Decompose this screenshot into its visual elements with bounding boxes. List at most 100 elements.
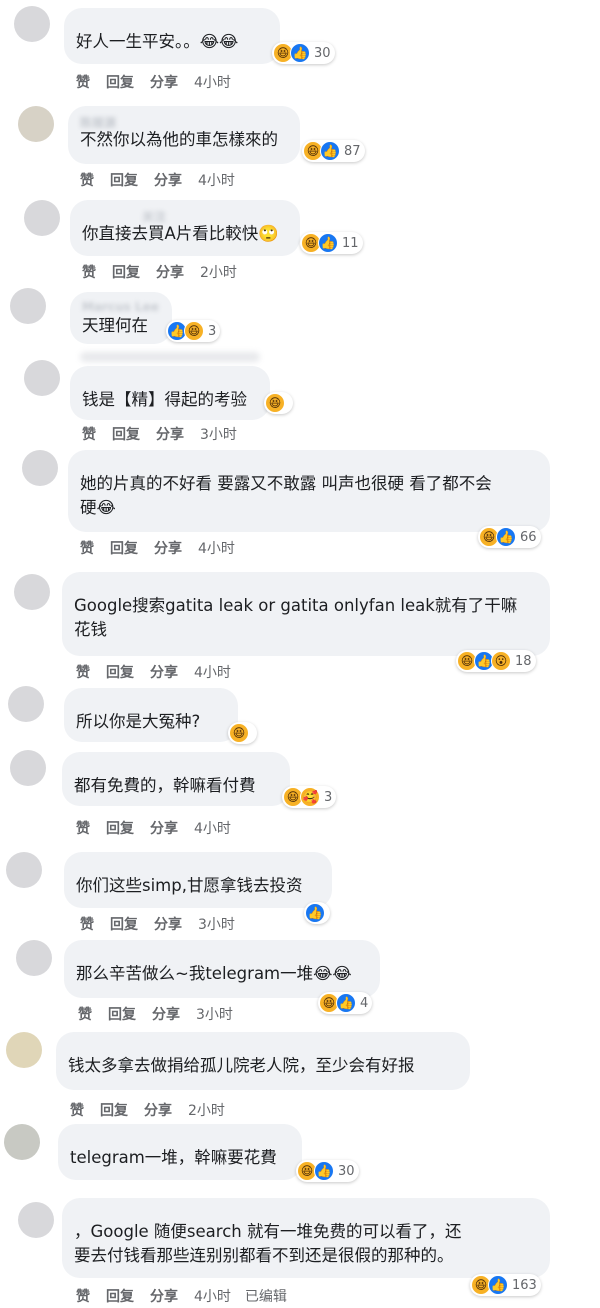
comment-author[interactable] (68, 1040, 458, 1054)
reaction-summary[interactable]: 👍 (304, 902, 330, 924)
share-action[interactable]: 分享 (154, 538, 182, 558)
share-action[interactable]: 分享 (154, 170, 182, 190)
comment-author[interactable] (76, 860, 320, 874)
reply-action[interactable]: 回复 (106, 818, 134, 838)
avatar[interactable] (10, 288, 46, 324)
reply-action[interactable]: 回复 (110, 538, 138, 558)
reaction-summary[interactable]: 😆 👍 😮 18 (456, 650, 536, 672)
share-action[interactable]: 分享 (150, 72, 178, 92)
reply-action[interactable]: 回复 (106, 1286, 134, 1306)
share-action[interactable]: 分享 (150, 662, 178, 682)
reply-action[interactable]: 回复 (108, 1004, 136, 1024)
like-action[interactable]: 赞 (76, 1286, 90, 1306)
comment-time[interactable]: 3小时 (196, 1004, 233, 1024)
edited-label[interactable]: 已编辑 (245, 1286, 287, 1306)
avatar[interactable] (18, 1202, 54, 1238)
share-action[interactable]: 分享 (156, 424, 184, 444)
comment-time[interactable]: 4小时 (194, 818, 231, 838)
share-action[interactable]: 分享 (152, 1004, 180, 1024)
like-action[interactable]: 赞 (76, 818, 90, 838)
avatar[interactable] (16, 940, 52, 976)
like-action[interactable]: 赞 (78, 1004, 92, 1024)
comment-actions: 赞 回复 分享 3小时 (80, 914, 249, 934)
reaction-summary[interactable]: 👍 😆 3 (166, 320, 221, 342)
comment-author[interactable] (76, 16, 268, 30)
reply-action[interactable]: 回复 (112, 262, 140, 282)
like-action[interactable]: 赞 (82, 262, 96, 282)
comment-time[interactable]: 2小时 (200, 262, 237, 282)
comment-time[interactable]: 3小时 (198, 914, 235, 934)
like-action[interactable]: 赞 (80, 170, 94, 190)
like-action[interactable]: 赞 (82, 424, 96, 444)
comment-time[interactable]: 4小时 (198, 170, 235, 190)
comment-time[interactable]: 4小时 (194, 1286, 231, 1306)
reaction-summary[interactable]: 😆 👍 87 (302, 140, 365, 162)
share-action[interactable]: 分享 (150, 818, 178, 838)
comment-author[interactable] (74, 1206, 538, 1220)
comment-author[interactable]: Marcus Lee (82, 300, 160, 314)
comment-bubble: Google搜索gatita leak or gatita onlyfan le… (62, 572, 550, 656)
reaction-summary[interactable]: 😆 👍 4 (318, 992, 373, 1014)
comment-text: 那么辛苦做么~我telegram一堆😂😂 (76, 964, 352, 983)
like-action[interactable]: 赞 (76, 72, 90, 92)
avatar[interactable] (22, 450, 58, 486)
comment-author[interactable] (70, 1132, 290, 1146)
comment-author[interactable] (82, 374, 258, 388)
reaction-summary[interactable]: 😆 (264, 392, 293, 414)
reply-action[interactable]: 回复 (112, 424, 140, 444)
avatar[interactable] (6, 1032, 42, 1068)
like-action[interactable]: 赞 (76, 662, 90, 682)
reply-action[interactable]: 回复 (106, 72, 134, 92)
avatar[interactable] (14, 6, 50, 42)
avatar[interactable] (6, 852, 42, 888)
reply-action[interactable]: 回复 (100, 1100, 128, 1120)
blurred-action-row (80, 352, 260, 362)
like-action[interactable]: 赞 (80, 914, 94, 934)
reaction-summary[interactable]: 😆 👍 66 (478, 526, 541, 548)
comment-time[interactable]: 4小时 (198, 538, 235, 558)
reply-action[interactable]: 回复 (106, 662, 134, 682)
like-reaction-icon: 👍 (314, 1161, 334, 1181)
comment-time[interactable]: 2小时 (188, 1100, 225, 1120)
comment-author[interactable] (76, 948, 368, 962)
reaction-summary[interactable]: 😆 🥰 3 (282, 786, 337, 808)
reaction-count: 18 (515, 653, 532, 669)
reply-action[interactable]: 回复 (110, 914, 138, 934)
comment-author[interactable]: 关注 (82, 208, 288, 222)
comment-author[interactable]: 陈振源 (80, 114, 288, 128)
share-action[interactable]: 分享 (150, 1286, 178, 1306)
share-action[interactable]: 分享 (144, 1100, 172, 1120)
avatar[interactable] (18, 106, 54, 142)
avatar[interactable] (8, 686, 44, 722)
comment-author[interactable] (74, 760, 278, 774)
comment-author[interactable] (76, 696, 226, 710)
comment-bubble: 那么辛苦做么~我telegram一堆😂😂 (64, 940, 380, 998)
comment-time[interactable]: 4小时 (194, 72, 231, 92)
like-reaction-icon: 👍 (496, 527, 516, 547)
comment-time[interactable]: 4小时 (194, 662, 231, 682)
comment-bubble: telegram一堆，幹嘛要花費 (58, 1124, 302, 1180)
care-reaction-icon: 🥰 (300, 787, 320, 807)
avatar[interactable] (4, 1124, 40, 1160)
reaction-summary[interactable]: 😆 👍 30 (296, 1160, 359, 1182)
comment-author[interactable] (80, 458, 538, 472)
share-action[interactable]: 分享 (156, 262, 184, 282)
reply-action[interactable]: 回复 (110, 170, 138, 190)
reaction-count: 30 (338, 1163, 355, 1179)
like-action[interactable]: 赞 (70, 1100, 84, 1120)
reaction-count: 163 (512, 1277, 537, 1293)
comment-time[interactable]: 3小时 (200, 424, 237, 444)
like-reaction-icon: 👍 (290, 43, 310, 63)
comment-author[interactable] (74, 580, 538, 594)
reaction-summary[interactable]: 😆 (228, 722, 257, 744)
like-action[interactable]: 赞 (80, 538, 94, 558)
avatar[interactable] (14, 574, 50, 610)
share-action[interactable]: 分享 (154, 914, 182, 934)
reaction-summary[interactable]: 😆 👍 30 (272, 42, 335, 64)
comment-bubble: 都有免費的，幹嘛看付費 (62, 752, 290, 806)
avatar[interactable] (24, 200, 60, 236)
reaction-summary[interactable]: 😆 👍 11 (300, 232, 363, 254)
avatar[interactable] (24, 360, 60, 396)
reaction-summary[interactable]: 😆 👍 163 (470, 1274, 541, 1296)
avatar[interactable] (10, 750, 46, 786)
